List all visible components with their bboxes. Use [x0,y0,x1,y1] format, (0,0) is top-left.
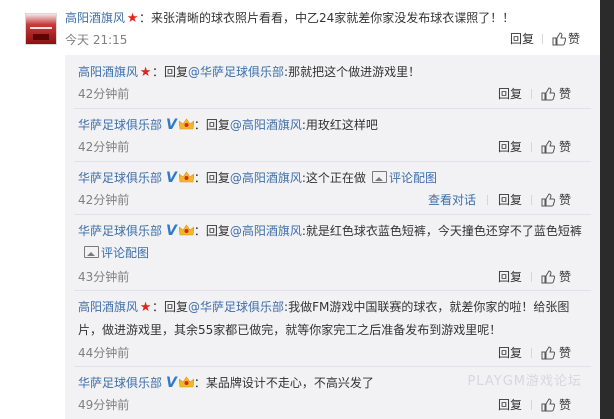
verified-v-icon: V [166,117,177,133]
verified-v-icon: V [166,170,177,186]
reply-prefix: ：回复 [193,224,230,238]
action-divider [531,89,532,99]
reply-text: 某品牌设计不走心，不高兴发了 [205,376,374,390]
thumbs-up-icon[interactable] [552,32,566,46]
star-badge-icon: ★ [139,65,152,80]
timestamp: 42分钟前 [78,87,130,101]
star-badge-icon: ★ [126,11,139,26]
image-icon[interactable] [84,246,99,258]
comment-image-link[interactable]: 评论配图 [389,171,437,185]
username-link[interactable]: 高阳酒旗风 [65,11,125,25]
reply-item: 高阳酒旗风 ★：回复@华萨足球俱乐部:我做FM游戏中国联赛的球衣，就差你家的啦！给… [65,291,600,367]
avatar[interactable] [25,13,57,45]
reply-item: 华萨足球俱乐部 V ：回复@高阳酒旗风:这个正在做 评论配图 42分钟前 查看对话 回… [65,162,600,215]
reply-button[interactable]: 回复 [498,270,522,284]
verified-v-icon: V [166,375,177,391]
reply-button[interactable]: 回复 [498,398,522,412]
reply-text: :那就把这个做进游戏里！ [284,65,421,79]
like-button[interactable]: 赞 [559,87,571,101]
reply-item: 高阳酒旗风 ★：回复@华萨足球俱乐部:那就把这个做进游戏里！ 42分钟前 回复 赞 [65,55,600,109]
action-divider [542,34,543,44]
mention-link[interactable]: @高阳酒旗风 [230,224,302,238]
reply-button[interactable]: 回复 [498,193,522,207]
main-comment: 高阳酒旗风 ★：来张清晰的球衣照片看看，中乙24家就差你家没发布球衣谍照了！！ 今… [0,0,600,56]
replies-panel: 高阳酒旗风 ★：回复@华萨足球俱乐部:那就把这个做进游戏里！ 42分钟前 回复 赞… [65,55,600,419]
action-divider [487,195,488,205]
reply-button[interactable]: 回复 [498,87,522,101]
timestamp: 49分钟前 [78,398,130,412]
mention-link[interactable]: @高阳酒旗风 [230,171,302,185]
like-button[interactable]: 赞 [568,32,580,46]
action-divider [531,348,532,358]
reply-text: :这个正在做 [301,171,366,185]
site-watermark: PLAYGM游戏论坛 [467,374,582,389]
reply-text-line: 华萨足球俱乐部 V ：回复@高阳酒旗风:就是红色球衣蓝色短裤，今天撞色还穿不了蓝色短… [78,220,583,264]
member-crown-icon [178,376,194,388]
reply-text-line: 高阳酒旗风 ★：回复@华萨足球俱乐部:那就把这个做进游戏里！ [78,61,583,84]
reply-prefix: ： [193,376,206,390]
comment-image-link[interactable]: 评论配图 [101,246,149,260]
timestamp: 42分钟前 [78,140,130,154]
member-crown-icon [178,224,194,236]
scrollbar[interactable] [600,0,614,419]
thumbs-up-icon[interactable] [541,346,555,360]
reply-text: :用玫红这样吧 [301,118,378,132]
thumbs-up-icon[interactable] [541,140,555,154]
view-conversation-link[interactable]: 查看对话 [428,193,476,207]
username-link[interactable]: 高阳酒旗风 [78,300,138,314]
image-icon[interactable] [371,171,387,183]
timestamp: 44分钟前 [78,346,130,360]
username-link[interactable]: 华萨足球俱乐部 [78,376,162,390]
action-divider [531,272,532,282]
timestamp: 43分钟前 [78,270,130,284]
thumbs-up-icon[interactable] [541,193,555,207]
like-button[interactable]: 赞 [559,140,571,154]
mention-link[interactable]: @高阳酒旗风 [230,118,302,132]
star-badge-icon: ★ [139,300,152,315]
action-divider [531,400,532,410]
reply-item: 华萨足球俱乐部 V ：回复@高阳酒旗风:就是红色球衣蓝色短裤，今天撞色还穿不了蓝色短… [65,215,600,291]
reply-text-line: 华萨足球俱乐部 V ：回复@高阳酒旗风:用玫红这样吧 [78,114,583,136]
thumbs-up-icon[interactable] [541,270,555,284]
timestamp: 42分钟前 [78,193,130,207]
timestamp: 今天 21:15 [65,33,128,47]
username-link[interactable]: 高阳酒旗风 [78,65,138,79]
reply-prefix: ：回复 [152,65,189,79]
member-crown-icon [178,171,194,183]
like-button[interactable]: 赞 [559,398,571,412]
reply-prefix: ：回复 [193,171,230,185]
like-button[interactable]: 赞 [559,346,571,360]
reply-prefix: ：回复 [193,118,230,132]
like-button[interactable]: 赞 [559,193,571,207]
like-button[interactable]: 赞 [559,270,571,284]
separator: ： [139,11,152,25]
reply-button[interactable]: 回复 [498,346,522,360]
member-crown-icon [178,118,194,130]
action-divider [531,195,532,205]
username-link[interactable]: 华萨足球俱乐部 [78,171,162,185]
reply-text-line: 高阳酒旗风 ★：回复@华萨足球俱乐部:我做FM游戏中国联赛的球衣，就差你家的啦！给… [78,296,583,341]
reply-text-line: 华萨足球俱乐部 V ：回复@高阳酒旗风:这个正在做 评论配图 [78,167,583,189]
username-link[interactable]: 华萨足球俱乐部 [78,224,162,238]
username-link[interactable]: 华萨足球俱乐部 [78,118,162,132]
reply-item: 华萨足球俱乐部 V ：回复@高阳酒旗风:用玫红这样吧 42分钟前 回复 赞 [65,109,600,162]
reply-button[interactable]: 回复 [510,32,534,46]
thumbs-up-icon[interactable] [541,87,555,101]
thumbs-up-icon[interactable] [541,398,555,412]
reply-text: :就是红色球衣蓝色短裤，今天撞色还穿不了蓝色短裤 [301,224,582,238]
comment-text-line: 高阳酒旗风 ★：来张清晰的球衣照片看看，中乙24家就差你家没发布球衣谍照了！！ [65,11,514,26]
verified-v-icon: V [166,223,177,239]
mention-link[interactable]: @华萨足球俱乐部 [188,65,284,79]
comment-actions: 回复 赞 [510,32,600,48]
reply-button[interactable]: 回复 [498,140,522,154]
comment-text: 来张清晰的球衣照片看看，中乙24家就差你家没发布球衣谍照了！！ [151,11,515,25]
mention-link[interactable]: @华萨足球俱乐部 [188,300,284,314]
action-divider [531,142,532,152]
reply-prefix: ：回复 [152,300,189,314]
